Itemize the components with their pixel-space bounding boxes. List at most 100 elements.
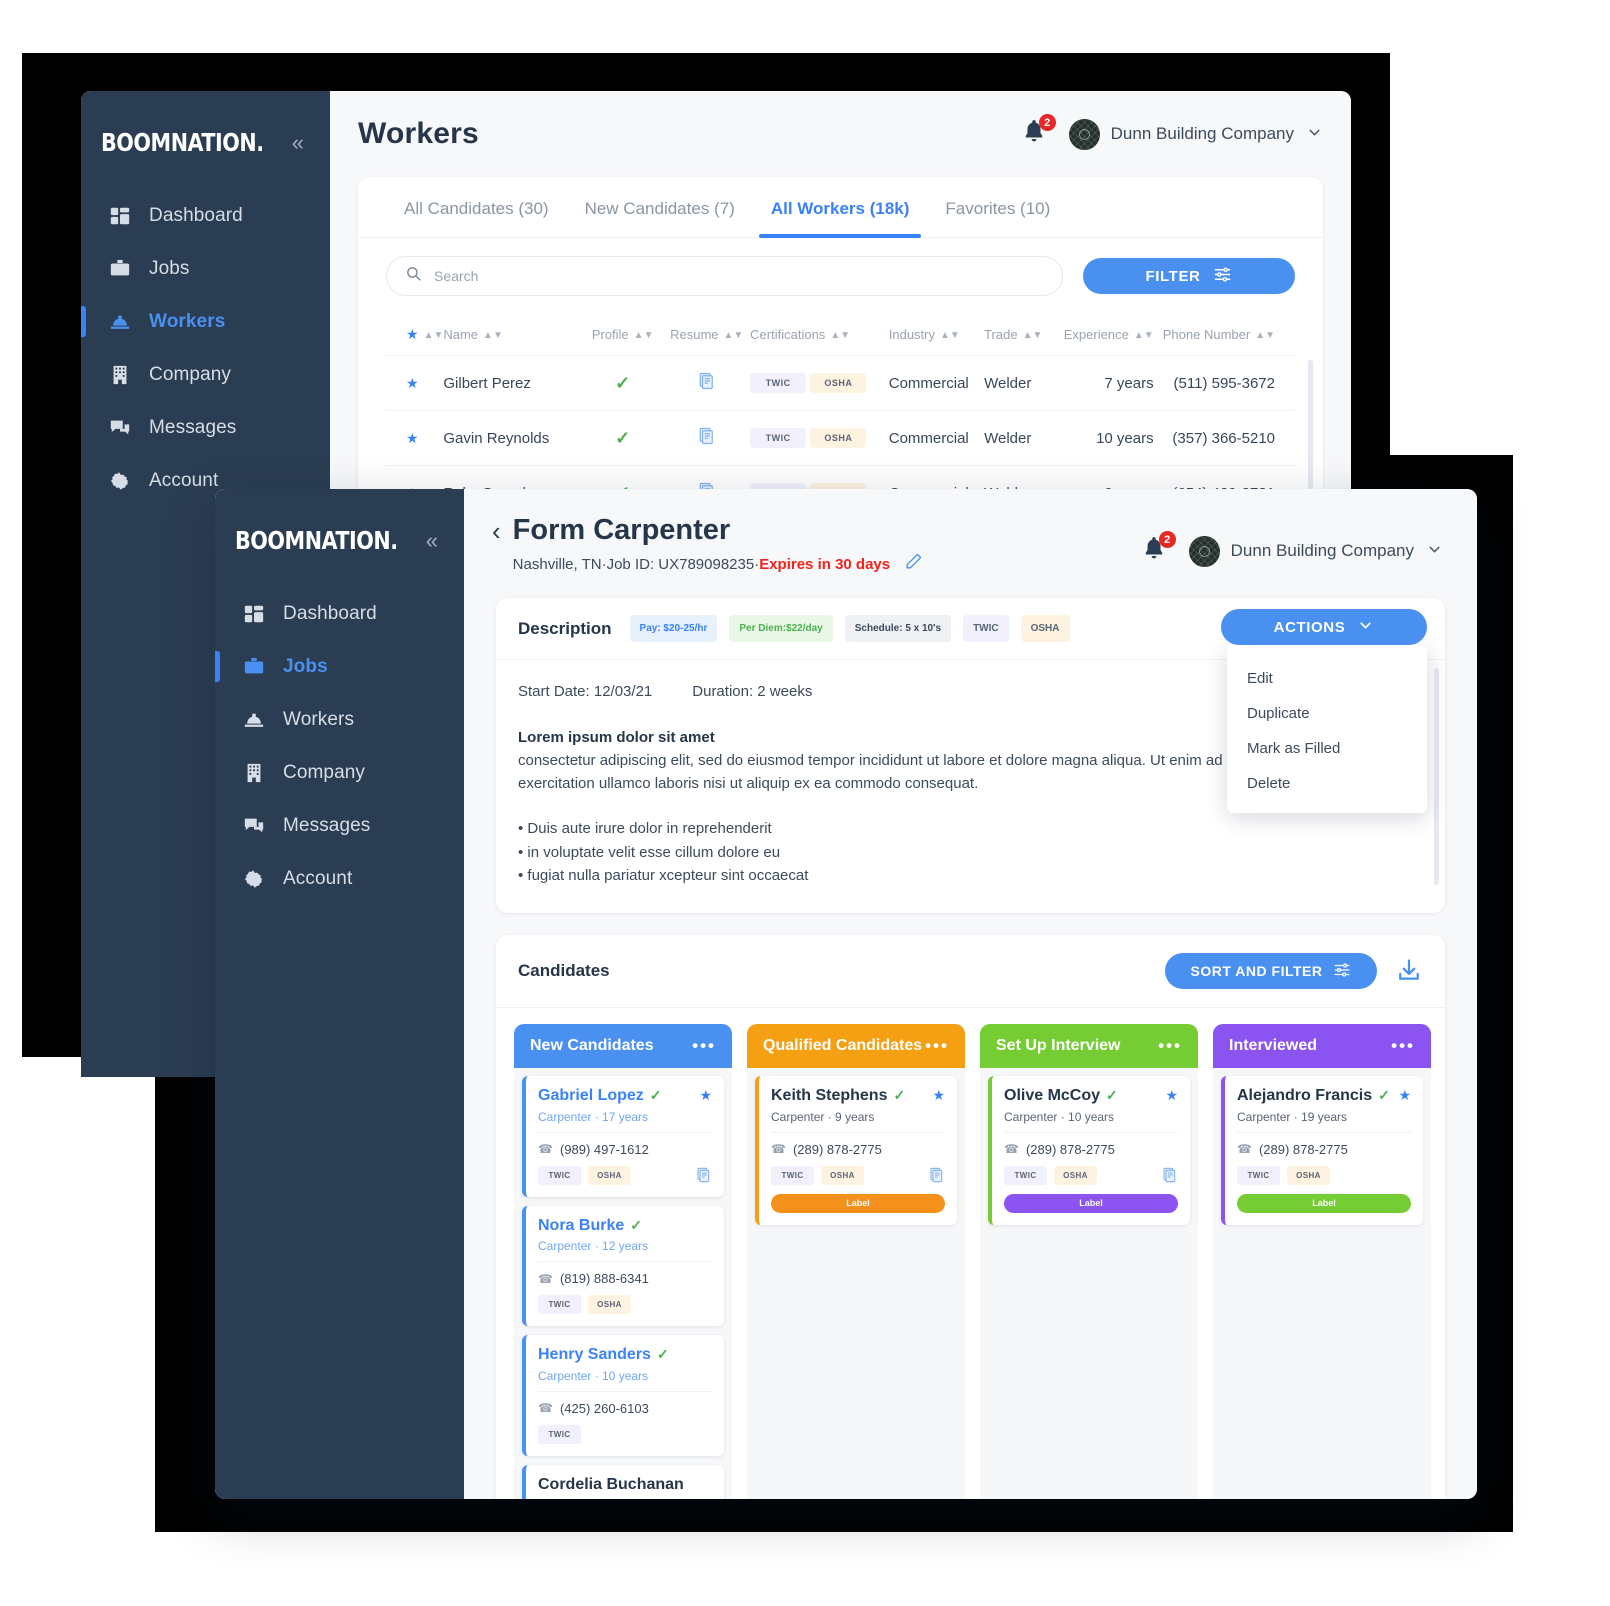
- sort-and-filter-button[interactable]: SORT AND FILTER: [1165, 953, 1377, 990]
- sidebar-item-company[interactable]: Company: [81, 348, 330, 401]
- column-menu-button[interactable]: •••: [692, 1036, 716, 1056]
- menu-item-delete[interactable]: Delete: [1227, 766, 1427, 801]
- candidate-card[interactable]: Cordelia Buchanan Carpenter · 9 years ☎(…: [522, 1464, 724, 1499]
- actions-dropdown-menu: Edit Duplicate Mark as Filled Delete: [1227, 645, 1427, 814]
- cell-name: Gilbert Perez: [443, 355, 583, 411]
- candidate-name: Gabriel Lopez: [538, 1087, 644, 1105]
- org-name: Dunn Building Company: [1230, 541, 1414, 560]
- tab-all-workers[interactable]: All Workers (18k): [753, 177, 928, 238]
- th-name[interactable]: Name ▲▼: [443, 316, 583, 356]
- avatar[interactable]: [1188, 535, 1220, 567]
- menu-item-duplicate[interactable]: Duplicate: [1227, 696, 1427, 731]
- tab-favorites[interactable]: Favorites (10): [927, 177, 1068, 237]
- th-trade[interactable]: Trade ▲▼: [984, 316, 1054, 356]
- favorite-star-icon[interactable]: ★: [699, 1087, 712, 1104]
- sidebar-item-messages[interactable]: Messages: [81, 401, 330, 454]
- row-star-icon[interactable]: ★: [386, 355, 444, 411]
- cell-profile: ✓: [582, 355, 664, 411]
- favorite-star-icon[interactable]: ★: [1165, 1087, 1178, 1104]
- chat-icon: [108, 416, 132, 440]
- column-menu-button[interactable]: •••: [925, 1036, 949, 1056]
- tab-all-candidates[interactable]: All Candidates (30): [386, 177, 567, 237]
- avatar[interactable]: [1068, 118, 1100, 150]
- row-star-icon[interactable]: ★: [386, 410, 444, 466]
- candidate-certs: TWIC OSHA: [1004, 1165, 1178, 1185]
- resume-icon[interactable]: [698, 427, 716, 449]
- resume-icon[interactable]: [698, 372, 716, 394]
- screenshot-stage: BOOMNATION. « Dashboard Jobs Workers Com…: [0, 0, 1610, 1606]
- sidebar-item-company[interactable]: Company: [215, 746, 464, 799]
- org-name: Dunn Building Company: [1110, 124, 1294, 143]
- sidebar-item-jobs[interactable]: Jobs: [81, 242, 330, 295]
- candidate-card[interactable]: Gabriel Lopez ✓ ★ Carpenter · 17 years ☎…: [522, 1076, 724, 1197]
- th-profile[interactable]: Profile ▲▼: [582, 316, 664, 356]
- description-scrollbar[interactable]: [1434, 668, 1439, 886]
- th-experience[interactable]: Experience ▲▼: [1053, 316, 1154, 356]
- column-cards: Keith Stephens ✓ ★ Carpenter · 9 years ☎…: [747, 1068, 965, 1233]
- column-menu-button[interactable]: •••: [1391, 1036, 1415, 1056]
- candidate-name: Keith Stephens: [771, 1087, 888, 1105]
- table-row[interactable]: ★ Gavin Reynolds ✓ TWIC OSHA Commercial …: [386, 410, 1295, 466]
- resume-icon[interactable]: [696, 1167, 712, 1183]
- sidebar-item-workers[interactable]: Workers: [215, 693, 464, 746]
- job-location: Nashville, TN: [512, 555, 602, 573]
- description-label: Description: [518, 618, 612, 638]
- notifications-button[interactable]: 2: [1141, 531, 1176, 567]
- back-button[interactable]: ‹: [492, 518, 501, 544]
- candidate-certs: TWIC OSHA: [771, 1165, 945, 1185]
- candidate-certs: TWIC: [538, 1424, 712, 1444]
- candidate-card[interactable]: Nora Burke ✓ Carpenter · 12 years ☎ (819)…: [522, 1205, 724, 1327]
- sidebar-item-dashboard[interactable]: Dashboard: [215, 587, 464, 640]
- kanban-column-interviewed: Interviewed ••• Alejandro Francis ✓ ★ Ca…: [1213, 1024, 1431, 1499]
- cell-certifications: TWIC OSHA: [750, 355, 889, 411]
- cell-phone: (511) 595-3672: [1153, 355, 1295, 411]
- sidebar-item-account[interactable]: Account: [215, 852, 464, 905]
- candidate-card[interactable]: Keith Stephens ✓ ★ Carpenter · 9 years ☎…: [755, 1076, 957, 1225]
- candidate-card[interactable]: Alejandro Francis ✓ ★ Carpenter · 19 yea…: [1221, 1076, 1423, 1225]
- table-row[interactable]: ★ Gilbert Perez ✓ TWIC OSHA Commercial W…: [386, 355, 1295, 411]
- sidebar-item-dashboard[interactable]: Dashboard: [81, 189, 330, 242]
- filter-button[interactable]: FILTER: [1083, 258, 1295, 294]
- edit-pencil-icon[interactable]: [904, 552, 923, 576]
- favorite-star-icon[interactable]: ★: [1398, 1087, 1411, 1104]
- bullet-item: • in voluptate velit esse cillum dolore …: [518, 843, 781, 861]
- th-industry[interactable]: Industry ▲▼: [888, 316, 985, 356]
- job-header: ‹ Form Carpenter Nashville, TN · Job ID:…: [464, 489, 1477, 576]
- workers-search-row: Search FILTER: [358, 238, 1323, 316]
- resume-icon[interactable]: [929, 1167, 945, 1183]
- candidate-card[interactable]: Olive McCoy ✓ ★ Carpenter · 10 years ☎ (2…: [988, 1076, 1190, 1225]
- chevron-down-icon[interactable]: [1306, 124, 1323, 145]
- candidate-name: Nora Burke: [538, 1216, 625, 1234]
- search-input[interactable]: Search: [386, 256, 1063, 296]
- collapse-sidebar-button[interactable]: «: [426, 529, 438, 552]
- phone-icon: ☎: [538, 1401, 553, 1416]
- resume-icon[interactable]: [1162, 1167, 1178, 1183]
- phone-icon: ☎: [538, 1271, 553, 1286]
- actions-button[interactable]: ACTIONS: [1221, 609, 1427, 646]
- favorite-star-icon[interactable]: ★: [932, 1087, 945, 1104]
- kanban-column-qualified-candidates: Qualified Candidates ••• Keith Stephens …: [747, 1024, 965, 1499]
- download-icon[interactable]: [1395, 957, 1423, 985]
- cert-badge: TWIC: [538, 1295, 581, 1315]
- menu-item-edit[interactable]: Edit: [1227, 661, 1427, 696]
- candidate-card[interactable]: Henry Sanders ✓ Carpenter · 10 years ☎ (4…: [522, 1335, 724, 1456]
- candidate-phone: ☎ (425) 260-6103: [538, 1400, 649, 1416]
- chevron-down-icon[interactable]: [1426, 541, 1443, 562]
- dashboard-icon: [108, 204, 132, 228]
- building-icon: [242, 761, 266, 785]
- cell-resume[interactable]: [663, 410, 751, 466]
- sidebar-item-messages[interactable]: Messages: [215, 799, 464, 852]
- cell-resume[interactable]: [663, 355, 751, 411]
- th-resume[interactable]: Resume ▲▼: [663, 316, 751, 356]
- collapse-sidebar-button[interactable]: «: [292, 131, 304, 154]
- sidebar-item-jobs[interactable]: Jobs: [215, 640, 464, 693]
- notification-badge: 2: [1158, 531, 1176, 548]
- sidebar-item-workers[interactable]: Workers: [81, 295, 330, 348]
- th-phone[interactable]: Phone Number ▲▼: [1153, 316, 1295, 356]
- column-menu-button[interactable]: •••: [1158, 1036, 1182, 1056]
- tab-new-candidates[interactable]: New Candidates (7): [567, 177, 753, 237]
- th-starred[interactable]: ★ ▲▼: [386, 316, 444, 356]
- th-certifications[interactable]: Certifications ▲▼: [750, 316, 889, 356]
- menu-item-mark-as-filled[interactable]: Mark as Filled: [1227, 731, 1427, 766]
- notifications-button[interactable]: 2: [1021, 114, 1056, 150]
